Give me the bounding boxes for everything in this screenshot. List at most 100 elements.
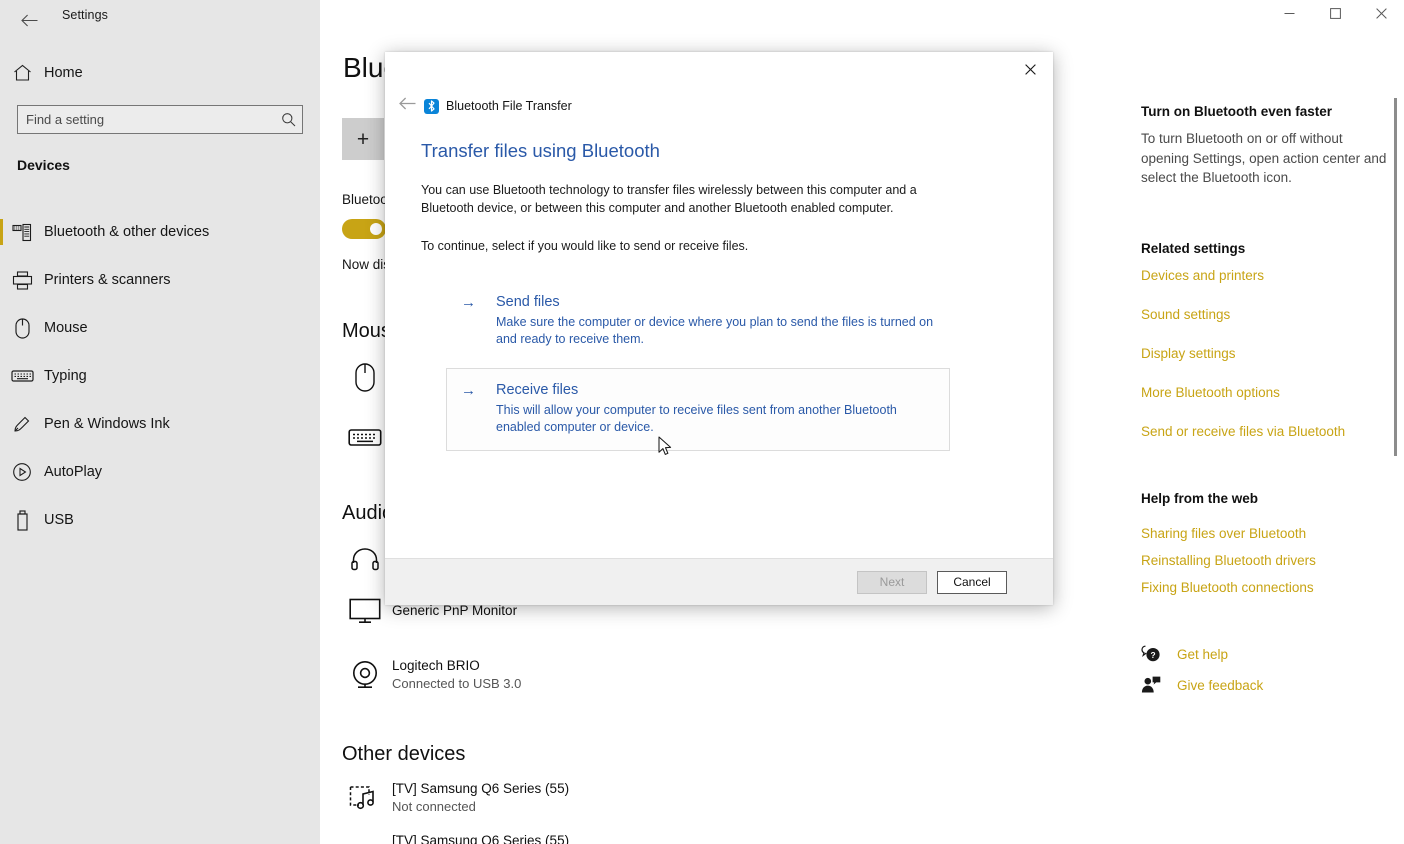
get-help-link[interactable]: ? Get help bbox=[1141, 645, 1228, 663]
receive-files-description: This will allow your computer to receive… bbox=[496, 403, 897, 435]
arrow-right-icon: → bbox=[461, 382, 476, 399]
receive-files-title: Receive files bbox=[496, 382, 579, 398]
mouse-icon bbox=[0, 317, 44, 339]
send-files-title: Send files bbox=[496, 294, 560, 310]
close-button[interactable] bbox=[1358, 0, 1404, 30]
sidebar-item-autoplay[interactable]: AutoPlay bbox=[0, 448, 320, 496]
usb-icon bbox=[0, 509, 44, 531]
bluetooth-file-transfer-dialog: Bluetooth File Transfer Transfer files u… bbox=[385, 52, 1053, 605]
device-row-mouse[interactable] bbox=[342, 354, 388, 400]
sidebar-item-label: Bluetooth & other devices bbox=[44, 224, 210, 240]
printer-icon bbox=[0, 270, 44, 290]
dialog-footer: Next Cancel bbox=[385, 558, 1053, 605]
send-files-option[interactable]: → Send files Make sure the computer or d… bbox=[446, 280, 950, 363]
sidebar-item-label: USB bbox=[44, 512, 74, 528]
device-text: [TV] Samsung Q6 Series (55) Not connecte… bbox=[392, 780, 569, 816]
svg-text:?: ? bbox=[1150, 650, 1155, 660]
headphones-icon bbox=[342, 536, 388, 582]
device-name: Logitech BRIO bbox=[392, 658, 480, 674]
receive-files-option[interactable]: → Receive files This will allow your com… bbox=[446, 368, 950, 452]
dialog-paragraph-1: You can use Bluetooth technology to tran… bbox=[421, 183, 917, 215]
related-link-devices-and-printers[interactable]: Devices and printers bbox=[1141, 268, 1264, 283]
bluetooth-toggle[interactable] bbox=[342, 219, 386, 239]
next-button[interactable]: Next bbox=[857, 570, 927, 594]
get-help-label: Get help bbox=[1177, 646, 1229, 662]
give-feedback-link[interactable]: Give feedback bbox=[1141, 676, 1263, 694]
send-files-description: Make sure the computer or device where y… bbox=[496, 315, 934, 347]
device-name: [TV] Samsung Q6 Series (55) bbox=[392, 833, 570, 844]
related-link-send-receive-files[interactable]: Send or receive files via Bluetooth bbox=[1141, 424, 1345, 439]
settings-window: Settings Home Devices bbox=[0, 0, 1404, 844]
device-name: Generic PnP Monitor bbox=[392, 602, 518, 618]
help-link-fixing-connections[interactable]: Fixing Bluetooth connections bbox=[1141, 580, 1314, 595]
sidebar-item-usb[interactable]: USB bbox=[0, 496, 320, 544]
device-row-webcam[interactable]: Logitech BRIO Connected to USB 3.0 bbox=[342, 652, 521, 698]
device-text: Logitech BRIO Connected to USB 3.0 bbox=[392, 657, 521, 693]
back-button[interactable] bbox=[8, 4, 50, 36]
monitor-icon bbox=[342, 588, 388, 634]
dialog-body: Transfer files using Bluetooth You can u… bbox=[385, 52, 1053, 558]
give-feedback-label: Give feedback bbox=[1177, 677, 1264, 693]
bluetooth-devices-icon bbox=[0, 223, 44, 242]
search-input[interactable] bbox=[18, 106, 274, 133]
pen-icon bbox=[0, 415, 44, 434]
help-link-sharing-files[interactable]: Sharing files over Bluetooth bbox=[1141, 526, 1306, 541]
sidebar-item-label: Home bbox=[44, 65, 83, 81]
toggle-knob bbox=[370, 223, 382, 235]
sidebar-nav-list: Bluetooth & other devices Printers & sca… bbox=[0, 208, 320, 544]
sidebar-item-typing[interactable]: Typing bbox=[0, 352, 320, 400]
device-text: [TV] Samsung Q6 Series (55) bbox=[392, 832, 569, 844]
sidebar: Settings Home Devices bbox=[0, 0, 320, 844]
back-arrow-icon bbox=[20, 14, 38, 27]
related-link-display-settings[interactable]: Display settings bbox=[1141, 346, 1236, 361]
sidebar-item-label: Typing bbox=[44, 368, 87, 384]
device-row-keyboard[interactable] bbox=[342, 414, 388, 460]
related-link-more-bluetooth-options[interactable]: More Bluetooth options bbox=[1141, 385, 1280, 400]
dialog-heading: Transfer files using Bluetooth bbox=[421, 140, 660, 161]
sidebar-item-label: Mouse bbox=[44, 320, 88, 336]
cancel-button[interactable]: Cancel bbox=[937, 570, 1007, 594]
device-row-samsung-tv-1[interactable]: [TV] Samsung Q6 Series (55) Not connecte… bbox=[342, 775, 569, 821]
help-from-web-heading: Help from the web bbox=[1141, 491, 1259, 506]
related-link-sound-settings[interactable]: Sound settings bbox=[1141, 307, 1230, 322]
device-name: [TV] Samsung Q6 Series (55) bbox=[392, 781, 570, 797]
device-row-samsung-tv-2[interactable]: [TV] Samsung Q6 Series (55) bbox=[342, 832, 569, 844]
feedback-person-icon bbox=[1141, 676, 1171, 694]
help-link-reinstalling-drivers[interactable]: Reinstalling Bluetooth drivers bbox=[1141, 553, 1316, 568]
add-bluetooth-device-button[interactable]: + bbox=[342, 118, 384, 160]
tip-body: To turn Bluetooth on or off without open… bbox=[1141, 131, 1387, 185]
maximize-icon bbox=[1329, 6, 1341, 24]
keyboard-icon bbox=[342, 414, 388, 460]
sidebar-item-bluetooth-other-devices[interactable]: Bluetooth & other devices bbox=[0, 208, 320, 256]
arrow-right-icon: → bbox=[461, 294, 476, 311]
autoplay-icon bbox=[0, 462, 44, 482]
minimize-button[interactable] bbox=[1266, 0, 1312, 30]
media-device-icon bbox=[342, 775, 388, 821]
tip-heading: Turn on Bluetooth even faster bbox=[1141, 104, 1333, 119]
app-title: Settings bbox=[62, 8, 108, 22]
page-scrollbar[interactable] bbox=[1394, 98, 1397, 456]
maximize-button[interactable] bbox=[1312, 0, 1358, 30]
search-box[interactable] bbox=[17, 105, 303, 134]
sidebar-item-label: Pen & Windows Ink bbox=[44, 416, 170, 432]
device-status: Not connected bbox=[392, 799, 476, 815]
dialog-paragraph-2: To continue, select if you would like to… bbox=[421, 239, 749, 253]
related-settings-heading: Related settings bbox=[1141, 241, 1246, 256]
mouse-icon bbox=[342, 354, 388, 400]
device-row-headphones[interactable] bbox=[342, 536, 388, 582]
section-heading-other-devices: Other devices bbox=[342, 743, 466, 765]
sidebar-item-printers-scanners[interactable]: Printers & scanners bbox=[0, 256, 320, 304]
sidebar-item-home[interactable]: Home bbox=[0, 57, 320, 89]
close-icon bbox=[1375, 6, 1387, 24]
right-info-pane: Turn on Bluetooth even faster To turn Bl… bbox=[1130, 0, 1404, 844]
sidebar-item-mouse[interactable]: Mouse bbox=[0, 304, 320, 352]
search-icon[interactable] bbox=[274, 112, 302, 127]
keyboard-icon bbox=[0, 369, 44, 383]
selection-indicator bbox=[0, 219, 3, 245]
help-bubble-icon: ? bbox=[1141, 645, 1171, 663]
window-controls bbox=[1266, 0, 1404, 30]
sidebar-item-label: AutoPlay bbox=[44, 464, 103, 480]
sidebar-item-pen-windows-ink[interactable]: Pen & Windows Ink bbox=[0, 400, 320, 448]
plus-icon: + bbox=[356, 127, 370, 151]
sidebar-item-label: Printers & scanners bbox=[44, 272, 171, 288]
